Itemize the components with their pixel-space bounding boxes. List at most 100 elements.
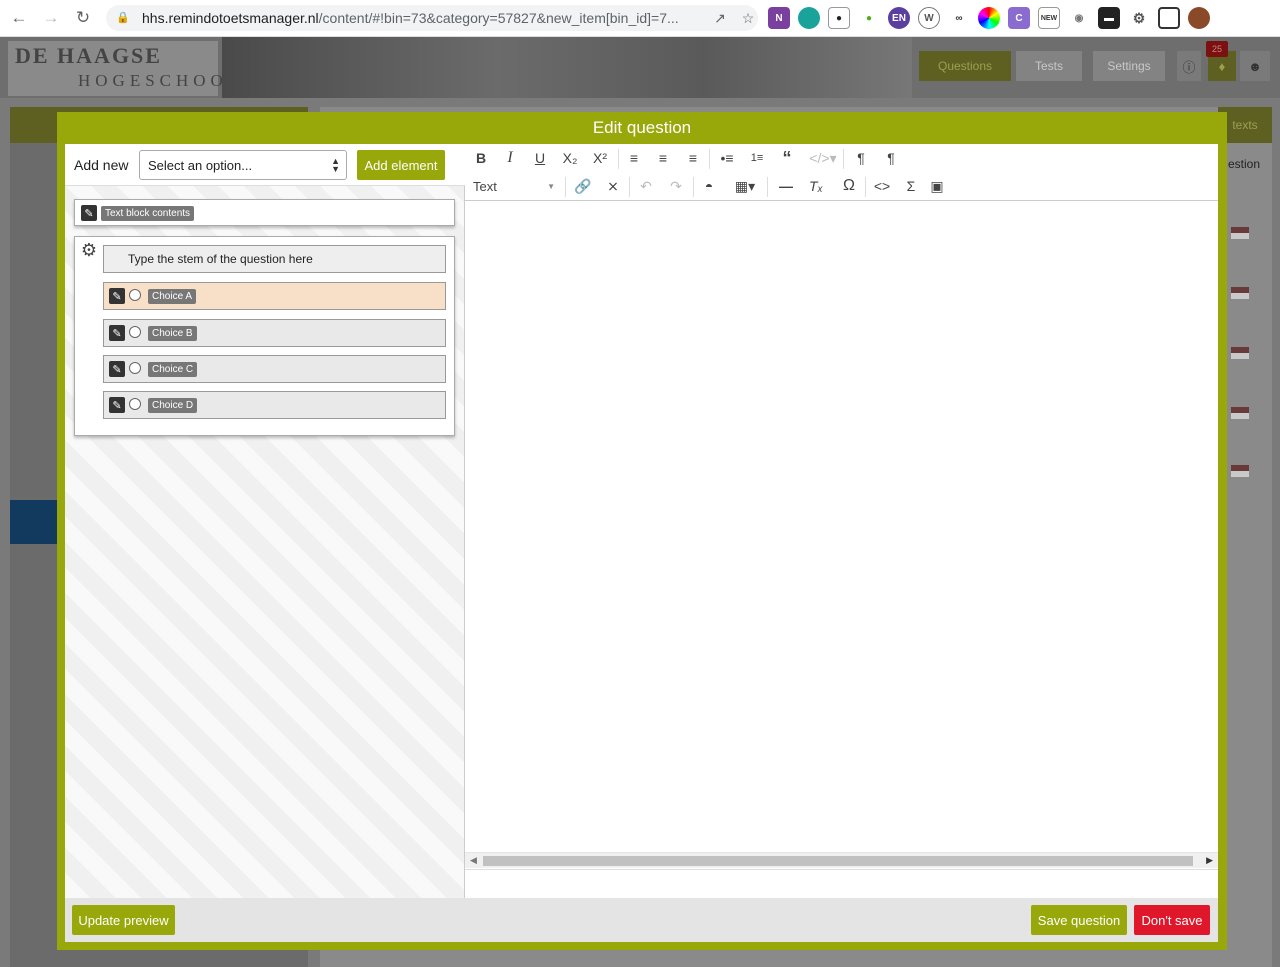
puzzle-extension-icon[interactable]: ⚙: [1128, 7, 1150, 29]
nav-settings[interactable]: Settings: [1093, 51, 1165, 81]
multiple-choice-element[interactable]: ⚙ Type the stem of the question here ✎ C…: [74, 236, 455, 436]
element-type-select[interactable]: Select an option... ▲ ▼: [139, 150, 347, 180]
bold-icon[interactable]: B: [469, 147, 493, 169]
numbered-list-icon[interactable]: 1≡: [745, 147, 769, 169]
pencil-icon[interactable]: ✎: [109, 288, 125, 304]
selected-tree-row: [10, 500, 64, 544]
logo-line-2: HOGESCHOOL: [78, 71, 244, 90]
format-select[interactable]: Text ▼: [473, 176, 555, 196]
choice-a[interactable]: ✎ Choice A: [103, 282, 446, 310]
toolbar-separator: [693, 177, 694, 197]
forward-icon[interactable]: →: [38, 5, 64, 31]
pencil-icon[interactable]: ✎: [109, 325, 125, 341]
choice-b[interactable]: ✎ Choice B: [103, 319, 446, 347]
reload-icon[interactable]: ↻: [70, 5, 96, 31]
align-center-icon[interactable]: ≡: [651, 147, 675, 169]
image-icon[interactable]: ▣: [925, 175, 949, 197]
flag-icon: [1231, 407, 1249, 419]
ltr-paragraph-icon[interactable]: ¶: [849, 147, 873, 169]
choice-c[interactable]: ✎ Choice C: [103, 355, 446, 383]
back-icon[interactable]: ←: [6, 5, 32, 31]
choice-d[interactable]: ✎ Choice D: [103, 391, 446, 419]
pencil-icon[interactable]: ✎: [109, 361, 125, 377]
nav-tests[interactable]: Tests: [1016, 51, 1082, 81]
flag-icon: [1231, 227, 1249, 239]
sidepanel-icon[interactable]: [1158, 7, 1180, 29]
choice-label: Choice A: [148, 289, 197, 304]
format-value: Text: [473, 178, 497, 194]
rtl-paragraph-icon[interactable]: ¶: [879, 147, 903, 169]
horizontal-rule-icon[interactable]: —: [774, 175, 798, 197]
flag-icon: [1231, 287, 1249, 299]
pencil-icon[interactable]: ✎: [109, 397, 125, 413]
glasses-extension-icon[interactable]: ∞: [948, 7, 970, 29]
modal-body: Add new Select an option... ▲ ▼ Add eleme…: [65, 144, 1218, 898]
school-logo: DE HAAGSE HOGESCHOOL: [8, 41, 238, 96]
onenote-extension-icon[interactable]: N: [768, 7, 790, 29]
en-extension-icon[interactable]: EN: [888, 7, 910, 29]
flag-icon: [1231, 465, 1249, 477]
choice-label: Choice D: [148, 398, 198, 413]
italic-icon[interactable]: I: [498, 147, 522, 169]
source-code-icon[interactable]: <>: [870, 175, 894, 197]
table-icon[interactable]: ▦▾: [728, 175, 762, 197]
c-extension-icon[interactable]: C: [1008, 7, 1030, 29]
dont-save-button[interactable]: Don't save: [1134, 905, 1210, 935]
special-character-icon[interactable]: Ω: [837, 175, 861, 197]
bookmark-star-icon[interactable]: ☆: [738, 8, 758, 28]
color-picker-extension-icon[interactable]: [978, 7, 1000, 29]
share-icon[interactable]: ↗: [710, 8, 730, 28]
scrollbar-thumb[interactable]: [483, 856, 1193, 866]
profile-avatar[interactable]: [1188, 7, 1210, 29]
nav-questions[interactable]: Questions: [919, 51, 1011, 81]
align-left-icon[interactable]: ≡: [622, 147, 646, 169]
mask-extension-icon[interactable]: ▬: [1098, 7, 1120, 29]
news-extension-icon[interactable]: NEW: [1038, 7, 1060, 29]
edit-question-modal: Edit question Add new Select an option..…: [57, 112, 1227, 950]
gear-icon[interactable]: ⚙: [79, 240, 99, 260]
choice-radio[interactable]: [129, 289, 141, 301]
question-stem[interactable]: Type the stem of the question here: [103, 245, 446, 273]
underline-icon[interactable]: U: [528, 147, 552, 169]
panda-extension-icon[interactable]: ●: [828, 7, 850, 29]
wordpress-extension-icon[interactable]: W: [918, 7, 940, 29]
align-right-icon[interactable]: ≡: [681, 147, 705, 169]
add-element-button[interactable]: Add element: [357, 150, 445, 180]
editor-content-area[interactable]: [465, 201, 1218, 853]
choice-radio[interactable]: [129, 362, 141, 374]
clear-formatting-icon[interactable]: Tₓ: [804, 175, 828, 197]
rich-text-editor: B I U X₂ X² ≡ ≡ ≡ •≡ 1≡ “ </>▾ ¶ ¶ Text: [465, 144, 1218, 898]
drop-extension-icon[interactable]: ●: [858, 7, 880, 29]
info-icon[interactable]: ⓘ: [1177, 51, 1201, 81]
scroll-right-icon[interactable]: ▶: [1206, 855, 1213, 866]
unlink-icon[interactable]: ⨯: [601, 175, 625, 197]
text-block-element[interactable]: ✎ Text block contents: [74, 199, 455, 226]
superscript-icon[interactable]: X²: [588, 147, 612, 169]
undo-icon[interactable]: ↶: [634, 175, 658, 197]
update-preview-button[interactable]: Update preview: [72, 905, 175, 935]
choice-radio[interactable]: [129, 326, 141, 338]
pencil-icon[interactable]: ✎: [81, 205, 97, 221]
horizontal-scrollbar[interactable]: ◀ ▶: [465, 852, 1218, 868]
user-icon[interactable]: ☻: [1240, 51, 1270, 81]
url-text: hhs.remindotoetsmanager.nl/content/#!bin…: [142, 10, 679, 26]
blockquote-icon[interactable]: “: [775, 147, 799, 169]
choice-radio[interactable]: [129, 398, 141, 410]
redo-icon[interactable]: ↷: [664, 175, 688, 197]
save-question-button[interactable]: Save question: [1031, 905, 1127, 935]
formula-sigma-icon[interactable]: Σ: [899, 175, 923, 197]
teal-extension-icon[interactable]: [798, 7, 820, 29]
subscript-icon[interactable]: X₂: [558, 147, 582, 169]
scroll-left-icon[interactable]: ◀: [470, 855, 477, 866]
flag-icon: [1231, 347, 1249, 359]
code-icon[interactable]: </>▾: [807, 147, 839, 169]
toolbar-separator: [629, 177, 630, 197]
modal-title: Edit question: [592, 117, 692, 137]
link-icon[interactable]: 🔗: [571, 175, 595, 197]
camera-extension-icon[interactable]: ◉: [1068, 7, 1090, 29]
bullet-list-icon[interactable]: •≡: [715, 147, 739, 169]
find-icon[interactable]: ◓: [697, 175, 721, 197]
right-panel-tab-2[interactable]: estion: [1222, 151, 1276, 177]
address-bar[interactable]: 🔒 hhs.remindotoetsmanager.nl/content/#!b…: [106, 5, 758, 31]
select-arrows-icon: ▲ ▼: [331, 156, 340, 174]
